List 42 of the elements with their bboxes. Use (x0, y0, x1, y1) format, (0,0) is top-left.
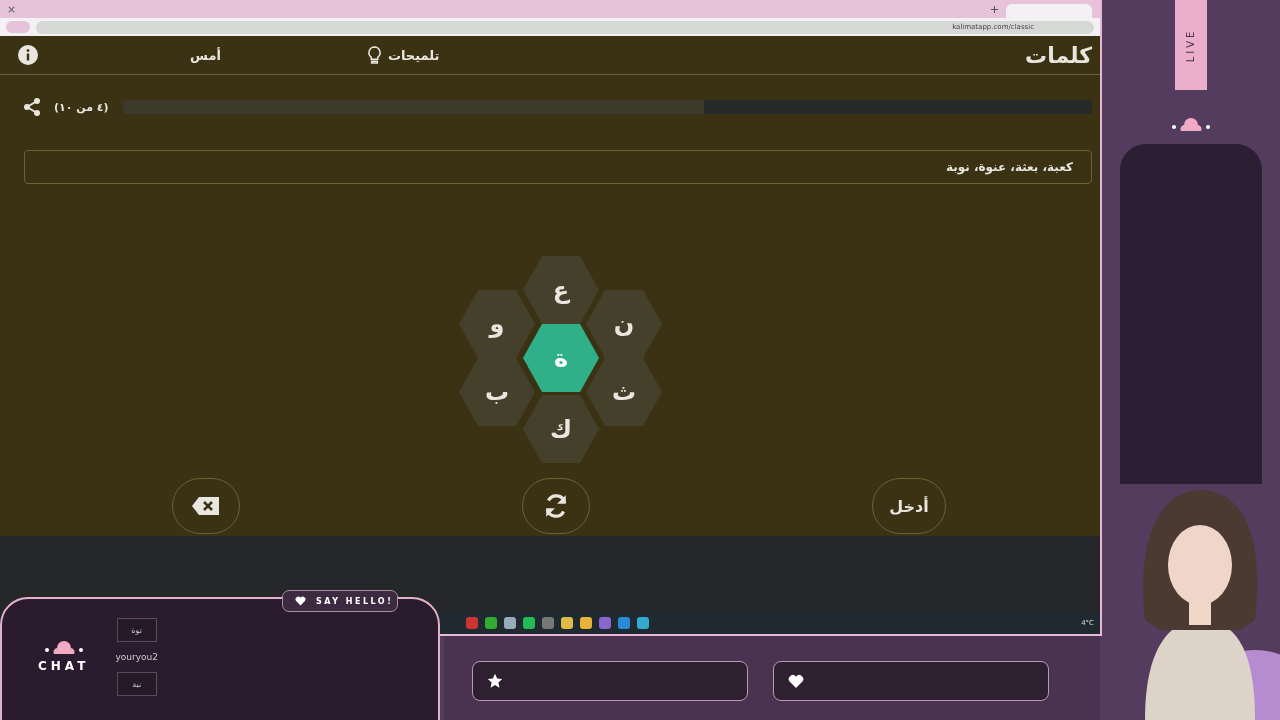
live-label: LIVE (1175, 0, 1207, 90)
chat-message: نبة (116, 672, 157, 696)
yesterday-link[interactable]: أمس (190, 47, 221, 63)
star-icon (487, 673, 503, 689)
enter-button[interactable]: أدخل (872, 478, 946, 534)
progress-count: (٤ من ١٠) (54, 100, 109, 114)
taskbar-app-icon[interactable] (542, 617, 554, 629)
hints-link[interactable]: تلميحات (387, 47, 440, 63)
letter-tile[interactable]: ع (523, 256, 599, 324)
taskbar-app-icon[interactable] (466, 617, 478, 629)
delete-button[interactable] (172, 478, 240, 534)
taskbar-app-icon[interactable] (504, 617, 516, 629)
cloud-icon (43, 641, 84, 655)
taskbar-app-icon[interactable] (485, 617, 497, 629)
refresh-icon (543, 493, 569, 519)
chat-username: youryou2 (115, 652, 158, 662)
heart-icon (788, 673, 804, 689)
letter-tile[interactable]: ن (586, 290, 662, 358)
chat-message: توة (116, 618, 157, 642)
lightbulb-icon[interactable] (366, 45, 382, 65)
info-icon[interactable] (18, 45, 38, 65)
taskbar-app-icon[interactable] (637, 617, 649, 629)
app-logo: كلمات (1025, 42, 1092, 68)
letter-tile[interactable]: ث (586, 358, 662, 426)
say-hello-text: SAY HELLO! (316, 596, 394, 606)
share-icon[interactable] (22, 97, 42, 117)
chat-title: CHAT (38, 659, 90, 673)
heart-icon (295, 596, 306, 606)
taskbar-app-icon[interactable] (580, 617, 592, 629)
cloud-icon (1171, 118, 1211, 132)
letter-tile[interactable]: ك (523, 395, 599, 463)
found-words-field[interactable]: كعبة، بعثة، عنوة، نوبة (24, 150, 1092, 184)
letter-tile[interactable]: ب (459, 358, 535, 426)
taskbar-app-icon[interactable] (523, 617, 535, 629)
taskbar-app-icon[interactable] (618, 617, 630, 629)
letter-tile[interactable]: و (459, 290, 535, 358)
taskbar-app-icon[interactable] (599, 617, 611, 629)
shuffle-button[interactable] (522, 478, 590, 534)
close-icon[interactable] (8, 5, 15, 13)
new-tab-icon[interactable] (991, 5, 998, 13)
taskbar-app-icon[interactable] (561, 617, 573, 629)
backspace-icon (191, 496, 221, 516)
